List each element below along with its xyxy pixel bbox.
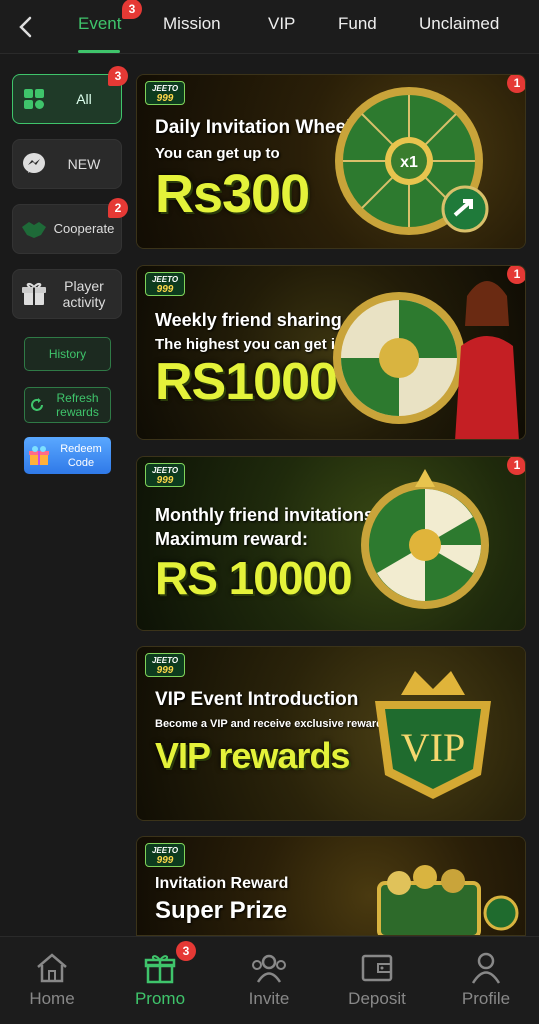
banner-title: VIP Event Introduction	[155, 689, 359, 710]
nav-label: Home	[29, 989, 75, 1008]
sidebar-item-all[interactable]: All	[12, 74, 122, 124]
tab-fund[interactable]: Fund	[338, 14, 377, 34]
nav-home[interactable]: Home	[12, 951, 92, 1009]
nav-label: Profile	[461, 989, 511, 1008]
gift-box-icon	[29, 445, 49, 465]
sidebar-item-label: All	[76, 91, 92, 107]
chevron-left-icon	[19, 16, 32, 38]
tab-unclaimed[interactable]: Unclaimed	[419, 14, 499, 34]
banner-amount: RS1000	[155, 353, 338, 411]
refresh-rewards-button[interactable]: Refresh rewards	[24, 387, 111, 423]
vip-emblem-icon: VIP	[375, 671, 491, 799]
sidebar-item-new[interactable]: NEW	[12, 139, 122, 189]
brand-logo: JEETO 999	[145, 272, 185, 296]
refresh-rewards-label: Refresh rewards	[56, 391, 99, 419]
banner-vip-event-introduction[interactable]: JEETO 999 VIP Event Introduction Become a…	[136, 646, 526, 821]
svg-text:VIP: VIP	[401, 725, 465, 770]
banner-amount: Rs300	[155, 164, 310, 224]
banner-subtitle: The highest you can get is	[155, 336, 344, 353]
tab-mission[interactable]: Mission	[163, 14, 221, 34]
app-root: Event 3 Mission VIP Fund Unclaimed All 3…	[0, 0, 539, 1024]
prize-wheel-icon: x1	[335, 87, 489, 235]
brand-logo: JEETO 999	[145, 653, 185, 677]
refresh-icon	[31, 398, 43, 411]
redeem-code-label: Redeem Code	[60, 442, 102, 469]
banner-title: Daily Invitation Wheel	[155, 117, 352, 138]
nav-deposit[interactable]: Deposit	[337, 951, 417, 1009]
banner-badge: 1	[507, 75, 525, 93]
sidebar-item-player-activity[interactable]: Player activity	[12, 269, 122, 319]
banner-subtitle: Maximum reward:	[155, 529, 309, 549]
banner-badge: 1	[507, 457, 525, 475]
sidebar-all-badge: 3	[108, 66, 128, 86]
banner-monthly-friend-invitations[interactable]: JEETO 999 Monthly friend invitations Maxi…	[136, 456, 526, 631]
handshake-icon	[21, 216, 47, 242]
banner-subtitle: Become a VIP and receive exclusive rewar…	[155, 718, 389, 730]
sidebar-cooperate-badge: 2	[108, 198, 128, 218]
nav-profile[interactable]: Profile	[446, 951, 526, 1009]
banner-badge: 1	[507, 266, 525, 284]
banner-title: Weekly friend sharing	[155, 310, 342, 330]
gift-icon	[21, 281, 47, 307]
nav-invite[interactable]: Invite	[229, 951, 309, 1009]
treasure-chest-icon	[377, 865, 519, 935]
prize-wheel-icon	[361, 469, 489, 609]
tab-event-badge: 3	[122, 0, 142, 19]
banner-weekly-friend-sharing[interactable]: JEETO 999 Weekly friend sharing The highe…	[136, 265, 526, 440]
banner-amount: VIP rewards	[155, 735, 350, 776]
nav-promo-badge: 3	[176, 941, 196, 961]
wallet-icon	[337, 951, 417, 985]
home-icon	[12, 951, 92, 985]
banner-amount: RS 10000	[155, 552, 353, 604]
active-tab-indicator	[78, 50, 120, 53]
brand-logo: JEETO 999	[145, 463, 185, 487]
redeem-code-button[interactable]: Redeem Code	[24, 437, 111, 474]
sidebar-item-label: Cooperate	[53, 221, 115, 236]
messenger-icon	[21, 151, 47, 177]
tab-vip[interactable]: VIP	[268, 14, 295, 34]
banner-subtitle: Super Prize	[155, 897, 288, 924]
invite-icon	[229, 951, 309, 985]
nav-label: Deposit	[348, 989, 406, 1008]
bottom-navigation: Home Promo 3 Invite Deposit Profile	[0, 936, 539, 1024]
top-tab-bar: Event 3 Mission VIP Fund Unclaimed	[0, 0, 539, 54]
banner-daily-invitation-wheel[interactable]: JEETO 999 Daily Invitation Wheel You can …	[136, 74, 526, 249]
banner-subtitle: You can get up to	[155, 145, 280, 162]
banner-title: Invitation Reward	[155, 875, 289, 892]
nav-label: Promo	[134, 989, 186, 1008]
back-button[interactable]	[12, 14, 38, 40]
mascot-girl-icon	[455, 281, 519, 439]
grid-icon	[21, 86, 47, 112]
banner-title: Monthly friend invitations	[155, 505, 374, 525]
history-button[interactable]: History	[24, 337, 111, 371]
sidebar-item-label: NEW	[67, 156, 101, 172]
svg-text:x1: x1	[400, 154, 418, 171]
sidebar-item-label: Player activity	[62, 278, 106, 310]
nav-label: Invite	[248, 989, 290, 1008]
banner-invitation-reward[interactable]: JEETO 999 Invitation Reward Super Prize	[136, 836, 526, 936]
profile-icon	[446, 951, 526, 985]
brand-logo: JEETO 999	[145, 81, 185, 105]
sidebar-item-cooperate[interactable]: Cooperate	[12, 204, 122, 254]
brand-logo: JEETO 999	[145, 843, 185, 867]
tab-event[interactable]: Event	[78, 14, 121, 34]
